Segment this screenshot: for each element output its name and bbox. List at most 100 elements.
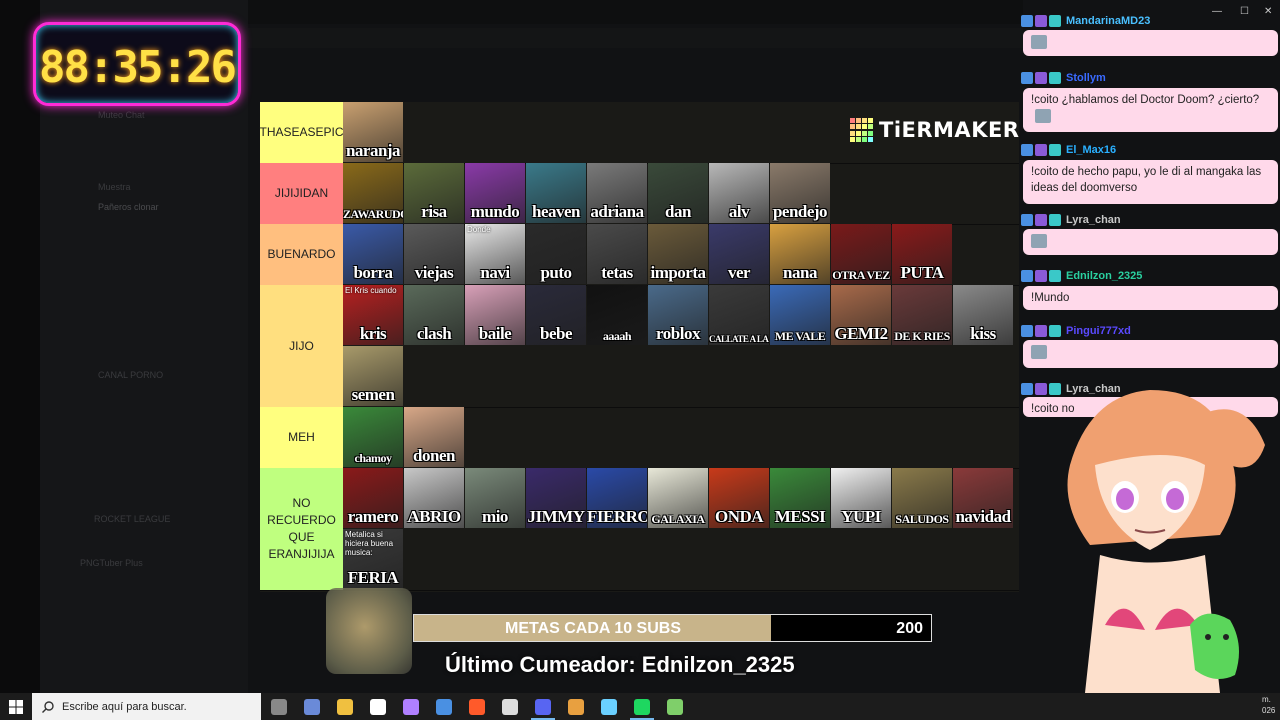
tier-item[interactable]: YUPI bbox=[831, 468, 891, 528]
tier-item[interactable]: Donde navi bbox=[465, 224, 525, 284]
tier-item-caption: nana bbox=[783, 263, 817, 282]
channel-item[interactable]: PNGTuber Plus bbox=[80, 558, 143, 568]
tier-item-caption: importa bbox=[650, 263, 706, 282]
tier-item[interactable]: clash bbox=[404, 285, 464, 345]
tier-label[interactable]: THASEASEPIC bbox=[259, 102, 344, 163]
tier-item[interactable]: ME VALE bbox=[770, 285, 830, 345]
tier-item[interactable]: DE K RIES bbox=[892, 285, 952, 345]
tier-item[interactable]: roblox bbox=[648, 285, 708, 345]
tier-item[interactable]: GEMI2 bbox=[831, 285, 891, 345]
tier-item[interactable]: JIMMY bbox=[526, 468, 586, 528]
tier-item[interactable]: mundo bbox=[465, 163, 525, 223]
explorer-icon[interactable] bbox=[337, 699, 353, 715]
task-view-icon[interactable] bbox=[271, 699, 287, 715]
tier-item-caption: navi bbox=[480, 263, 510, 282]
tier-item[interactable]: kiss bbox=[953, 285, 1013, 345]
badge-icon bbox=[1049, 143, 1061, 156]
tier-item[interactable]: semen bbox=[343, 346, 403, 406]
tier-label[interactable]: NO RECUERDO QUE ERANJIJIJA bbox=[260, 468, 343, 590]
tier-label[interactable]: JIJO bbox=[260, 285, 343, 407]
tier-item[interactable]: ZAWARUDO bbox=[343, 163, 403, 223]
tier-item[interactable]: donen bbox=[404, 407, 464, 467]
tier-item[interactable]: adriana bbox=[587, 163, 647, 223]
sub-goal-bar: METAS CADA 10 SUBS 200 bbox=[413, 614, 932, 642]
app-titlebar bbox=[248, 0, 1023, 24]
tier-item[interactable]: GALAXIA bbox=[648, 468, 708, 528]
windows-icon bbox=[9, 699, 23, 714]
calculator-icon[interactable] bbox=[601, 699, 617, 715]
chat-username[interactable]: MandarinaMD23 bbox=[1066, 15, 1150, 27]
tier-label[interactable]: JIJIJIDAN bbox=[260, 163, 343, 224]
tier-item[interactable]: alv bbox=[709, 163, 769, 223]
tier-item[interactable]: nana bbox=[770, 224, 830, 284]
tier-item[interactable]: baile bbox=[465, 285, 525, 345]
tier-item[interactable]: ONDA bbox=[709, 468, 769, 528]
tier-label[interactable]: BUENARDO bbox=[260, 224, 343, 285]
tier-item-caption: ME VALE bbox=[774, 329, 826, 343]
tier-item[interactable]: SALUDOS bbox=[892, 468, 952, 528]
badge-icon bbox=[1035, 269, 1047, 282]
taskbar-search[interactable]: Escribe aquí para buscar. bbox=[32, 693, 261, 720]
tier-item-caption: mundo bbox=[470, 202, 520, 221]
tier-item[interactable]: ABRIO bbox=[404, 468, 464, 528]
tier-item[interactable]: naranja bbox=[343, 102, 403, 162]
tier-label[interactable]: MEH bbox=[260, 407, 343, 468]
tier-item[interactable]: pendejo bbox=[770, 163, 830, 223]
tier-item[interactable]: ramero bbox=[343, 468, 403, 528]
tier-item[interactable]: aaaah bbox=[587, 285, 647, 345]
discord-icon[interactable] bbox=[535, 699, 551, 715]
channel-item[interactable]: Pañeros clonar bbox=[98, 202, 159, 212]
copilot-icon[interactable] bbox=[304, 699, 320, 715]
tier-item[interactable]: borra bbox=[343, 224, 403, 284]
tier-item[interactable]: ver bbox=[709, 224, 769, 284]
badge-icon bbox=[1049, 14, 1061, 27]
chat-username[interactable]: Stollym bbox=[1066, 72, 1106, 84]
tier-item[interactable]: CALLATE A LA VERGA SAMUEL bbox=[709, 285, 769, 345]
tier-item[interactable]: heaven bbox=[526, 163, 586, 223]
tier-item[interactable]: Metalica si hiciera buena musica: FERIA bbox=[343, 529, 403, 589]
chat-username[interactable]: El_Max16 bbox=[1066, 144, 1116, 156]
tier-item[interactable]: mio bbox=[465, 468, 525, 528]
tier-item[interactable]: OTRA VEZ bbox=[831, 224, 891, 284]
tier-item[interactable]: bebe bbox=[526, 285, 586, 345]
tier-item-caption: risa bbox=[421, 202, 447, 221]
chat-username[interactable]: Pingui777xd bbox=[1066, 325, 1131, 337]
channel-item[interactable]: Muestra bbox=[98, 182, 131, 192]
tier-item-caption: kiss bbox=[970, 324, 996, 343]
tier-item-caption: ZAWARUDO bbox=[343, 207, 403, 221]
tier-item[interactable]: chamoy bbox=[343, 407, 403, 467]
server-sidebar bbox=[0, 0, 40, 693]
tier-item[interactable]: El Kris cuando kris bbox=[343, 285, 403, 345]
tier-item[interactable]: FIERRO bbox=[587, 468, 647, 528]
store-icon[interactable] bbox=[436, 699, 452, 715]
tier-item[interactable]: navidad bbox=[953, 468, 1013, 528]
close-icon[interactable]: ✕ bbox=[1264, 6, 1272, 17]
tier-item[interactable]: PUTA bbox=[892, 224, 952, 284]
tier-items: ramero ABRIO mio JIMMY FIERRO GALAXIA ONDA MESS… bbox=[343, 468, 1019, 590]
obs-icon[interactable] bbox=[502, 699, 518, 715]
chat-username[interactable]: Ednilzon_2325 bbox=[1066, 270, 1142, 282]
brave-icon[interactable] bbox=[469, 699, 485, 715]
maximize-icon[interactable]: ☐ bbox=[1240, 6, 1249, 17]
player-icon[interactable] bbox=[568, 699, 584, 715]
start-button[interactable] bbox=[0, 693, 32, 720]
badge-icon bbox=[1035, 71, 1047, 84]
tier-item-caption: aaaah bbox=[602, 329, 632, 343]
tier-item[interactable]: viejas bbox=[404, 224, 464, 284]
channel-item[interactable]: CANAL PORNO bbox=[98, 370, 163, 380]
spotify-icon[interactable] bbox=[634, 699, 650, 715]
tier-item[interactable]: tetas bbox=[587, 224, 647, 284]
tiermaker-icon[interactable] bbox=[667, 699, 683, 715]
notion-icon[interactable] bbox=[370, 699, 386, 715]
tier-item-subtitle: Metalica si hiciera buena musica: bbox=[345, 530, 394, 557]
tier-item[interactable]: MESSI bbox=[770, 468, 830, 528]
chat-username[interactable]: Lyra_chan bbox=[1066, 214, 1121, 226]
minimize-icon[interactable]: — bbox=[1212, 6, 1222, 17]
channel-item[interactable]: ROCKET LEAGUE bbox=[94, 514, 170, 524]
channel-item[interactable]: Muteo Chat bbox=[98, 110, 145, 120]
tier-item[interactable]: risa bbox=[404, 163, 464, 223]
tier-item[interactable]: dan bbox=[648, 163, 708, 223]
tier-item[interactable]: puto bbox=[526, 224, 586, 284]
pen-icon[interactable] bbox=[403, 699, 419, 715]
tier-item[interactable]: importa bbox=[648, 224, 708, 284]
